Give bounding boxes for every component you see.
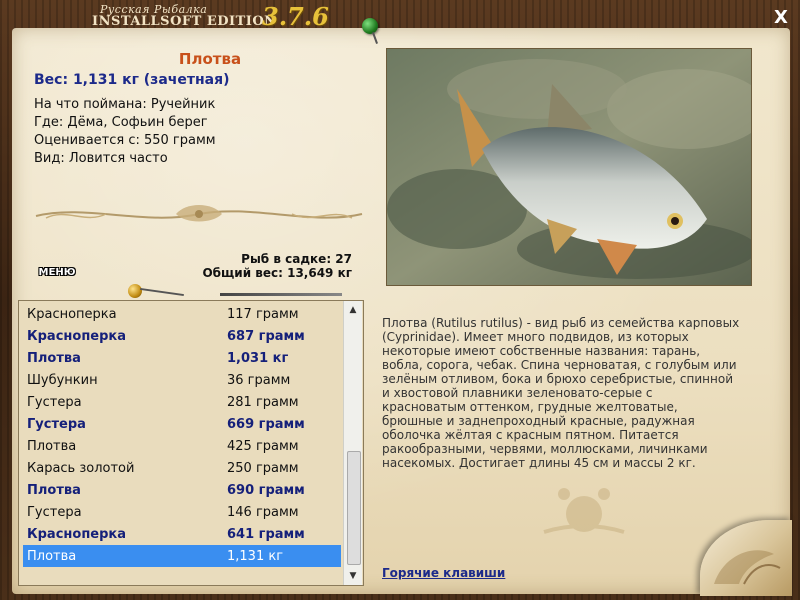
fish-caught-on: На что поймана: Ручейник — [34, 97, 216, 112]
fish-weight: Вес: 1,131 кг (зачетная) — [34, 72, 230, 88]
catch-fish-name: Плотва — [27, 482, 81, 498]
divider-line — [220, 293, 342, 296]
list-scrollbar[interactable]: ▲ ▼ — [343, 301, 362, 585]
catch-fish-weight: 281 грамм — [227, 394, 299, 410]
catch-fish-weight: 687 грамм — [227, 328, 305, 344]
emblem-watermark — [543, 488, 625, 534]
catch-fish-weight: 250 грамм — [227, 460, 299, 476]
catch-list-row[interactable]: Карась золотой 250 грамм — [23, 457, 341, 479]
catch-fish-weight: 641 грамм — [227, 526, 305, 542]
fish-count: Рыб в садке: 27 — [241, 252, 352, 266]
brand-big: INSTALLSOFT EDITION — [92, 14, 277, 29]
catch-fish-name: Красноперка — [27, 328, 127, 344]
catch-fish-name: Густера — [27, 416, 86, 432]
fish-kind: Вид: Ловится часто — [34, 151, 168, 166]
total-weight: Общий вес: 13,649 кг — [202, 266, 352, 280]
close-button[interactable]: X — [770, 8, 792, 28]
catch-fish-weight: 669 грамм — [227, 416, 305, 432]
catch-list-row[interactable]: Густера 669 грамм — [23, 413, 341, 435]
fish-name: Плотва — [178, 50, 242, 68]
catch-list-row[interactable]: Плотва 1,031 кг — [23, 347, 341, 369]
catch-fish-name: Плотва — [27, 350, 81, 366]
version-label: 3.7.6 — [262, 2, 329, 31]
catch-fish-weight: 425 грамм — [227, 438, 299, 454]
catch-list-panel: Красноперка 117 грамм Красноперка 687 грамм… — [18, 300, 364, 586]
catch-fish-weight: 690 грамм — [227, 482, 305, 498]
scroll-thumb[interactable] — [347, 451, 361, 565]
fish-photo — [386, 48, 752, 286]
catch-fish-name: Карась золотой — [27, 460, 135, 476]
menu-button[interactable]: МЕНЮ — [34, 266, 80, 280]
catch-stats: Рыб в садке: 27 Общий вес: 13,649 кг — [190, 252, 352, 280]
scroll-down-icon[interactable]: ▼ — [346, 569, 360, 583]
fish-illustration — [387, 49, 751, 285]
catch-list-row[interactable]: Густера 281 грамм — [23, 391, 341, 413]
green-pin-icon — [362, 18, 378, 34]
hotkeys-link[interactable]: Горячие клавиши — [382, 566, 505, 580]
ornament-divider — [35, 205, 363, 222]
catch-fish-weight: 1,131 кг — [227, 548, 284, 564]
corner-ornament — [714, 550, 781, 585]
catch-list-row[interactable]: Шубункин 36 грамм — [23, 369, 341, 391]
catch-list-row[interactable]: Густера 146 грамм — [23, 501, 341, 523]
catch-fish-name: Шубункин — [27, 372, 98, 388]
catch-list-row[interactable]: Плотва 425 грамм — [23, 435, 341, 457]
catch-list-row[interactable]: Красноперка 641 грамм — [23, 523, 341, 545]
catch-list-row[interactable]: Красноперка 117 грамм — [23, 303, 341, 325]
catch-fish-weight: 36 грамм — [227, 372, 291, 388]
catch-fish-name: Красноперка — [27, 306, 117, 322]
catch-list-row[interactable]: Плотва 1,131 кг — [23, 545, 341, 567]
fish-description: Плотва (Rutilus rutilus) - вид рыб из се… — [382, 316, 740, 470]
fish-info: На что поймана: Ручейник Где: Дёма, Софь… — [34, 96, 216, 168]
fish-location: Где: Дёма, Софьин берег — [34, 115, 208, 130]
scroll-up-icon[interactable]: ▲ — [346, 303, 360, 317]
catch-fish-weight: 146 грамм — [227, 504, 299, 520]
catch-fish-name: Густера — [27, 504, 82, 520]
catch-list-row[interactable]: Красноперка 687 грамм — [23, 325, 341, 347]
catch-fish-name: Густера — [27, 394, 82, 410]
catch-list: Красноперка 117 грамм Красноперка 687 грамм… — [23, 303, 341, 567]
fish-valued-from: Оценивается с: 550 грамм — [34, 133, 216, 148]
catch-fish-weight: 1,031 кг — [227, 350, 289, 366]
catch-fish-weight: 117 грамм — [227, 306, 299, 322]
catch-fish-name: Плотва — [27, 548, 77, 564]
gold-pin-icon — [128, 284, 142, 298]
catch-list-row[interactable]: Плотва 690 грамм — [23, 479, 341, 501]
catch-fish-name: Красноперка — [27, 526, 127, 542]
brand-title: Русская Рыбалка INSTALLSOFT EDITION — [92, 4, 277, 28]
catch-fish-name: Плотва — [27, 438, 77, 454]
